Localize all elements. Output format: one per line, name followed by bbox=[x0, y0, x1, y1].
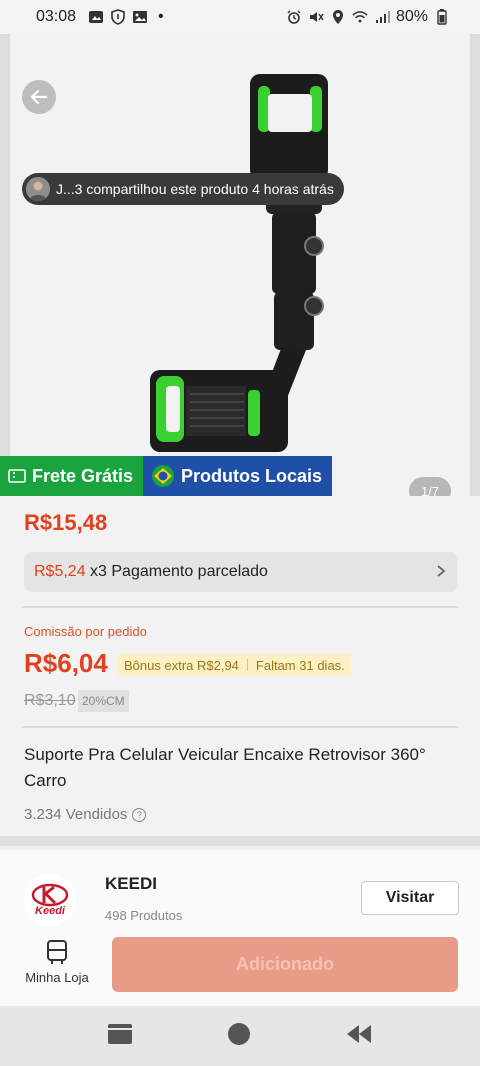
local-products-label: Produtos Locais bbox=[181, 465, 323, 486]
chevron-right-icon bbox=[435, 562, 447, 583]
commission-value: R$6,04 bbox=[24, 648, 108, 678]
ticket-icon bbox=[8, 469, 26, 483]
status-left: 03:08 • bbox=[36, 8, 164, 26]
product-price: R$15,48 bbox=[24, 510, 108, 535]
product-image-carousel[interactable]: J...3 compartilhou este produto 4 horas … bbox=[0, 34, 480, 496]
add-button[interactable]: Adicionado bbox=[112, 937, 458, 992]
shop-icon bbox=[47, 940, 67, 964]
local-products-badge: Produtos Locais bbox=[143, 456, 333, 496]
store-product-count: 498 Produtos bbox=[105, 908, 183, 923]
recent-apps-icon[interactable] bbox=[107, 1022, 133, 1051]
status-bar: 03:08 • 80% bbox=[0, 0, 480, 34]
battery-icon bbox=[434, 9, 450, 25]
commission-label: Comissão por pedido bbox=[24, 624, 147, 639]
store-logo-text: Keedi bbox=[35, 905, 65, 917]
share-notification-text: J...3 compartilhou este produto 4 horas … bbox=[56, 181, 334, 197]
keedi-logo-icon bbox=[31, 883, 69, 907]
brazil-flag-icon bbox=[152, 465, 175, 487]
info-icon[interactable]: ? bbox=[132, 807, 147, 822]
status-dot: • bbox=[158, 8, 164, 25]
phone-holder-image bbox=[150, 74, 328, 452]
alarm-icon bbox=[286, 9, 302, 25]
commission-percent-tag: 20%CM bbox=[78, 690, 129, 712]
bonus-tag: Bônus extra R$2,94 Faltam 31 dias. bbox=[118, 654, 351, 676]
status-right: 80% bbox=[286, 8, 450, 26]
bonus-days-left: Faltam 31 dias. bbox=[255, 657, 345, 673]
bonus-text: Bônus extra R$2,94 bbox=[124, 657, 239, 673]
back-nav-icon[interactable] bbox=[345, 1022, 373, 1051]
home-icon[interactable] bbox=[227, 1022, 251, 1051]
installment-text: x3 Pagamento parcelado bbox=[85, 563, 268, 580]
location-icon bbox=[330, 9, 346, 25]
my-shop-label: Minha Loja bbox=[25, 970, 89, 985]
badge-row: Frete Grátis Produtos Locais bbox=[0, 456, 333, 496]
gallery-icon bbox=[88, 9, 104, 25]
signal-icon bbox=[374, 9, 390, 25]
shield-icon bbox=[110, 9, 126, 25]
old-commission-value: R$3,10 bbox=[24, 692, 76, 709]
avatar bbox=[26, 177, 50, 201]
installment-row[interactable]: R$5,24 x3 Pagamento parcelado bbox=[24, 552, 457, 592]
section-divider bbox=[0, 836, 480, 846]
free-shipping-label: Frete Grátis bbox=[32, 465, 134, 486]
divider bbox=[22, 726, 458, 728]
battery-percent: 80% bbox=[395, 8, 428, 25]
wifi-icon bbox=[352, 9, 368, 25]
product-title: Suporte Pra Celular Veicular Encaixe Ret… bbox=[24, 745, 426, 790]
store-panel: Keedi KEEDI 498 Produtos Visitar Minha L… bbox=[0, 850, 480, 1006]
system-nav-bar bbox=[0, 1006, 480, 1066]
free-shipping-badge: Frete Grátis bbox=[0, 456, 144, 496]
image-counter: 1/7 bbox=[409, 477, 451, 496]
image-icon bbox=[132, 9, 148, 25]
store-name: KEEDI bbox=[105, 874, 157, 893]
sold-count-text: 3.234 Vendidos bbox=[24, 806, 128, 823]
back-button[interactable] bbox=[22, 80, 56, 114]
share-notification: J...3 compartilhou este produto 4 horas … bbox=[22, 173, 344, 205]
sold-count: 3.234 Vendidos ? bbox=[24, 806, 147, 823]
visit-store-button[interactable]: Visitar bbox=[361, 881, 459, 915]
installment-amount: R$5,24 bbox=[34, 563, 86, 580]
status-time: 03:08 bbox=[36, 8, 77, 25]
mute-icon bbox=[308, 9, 324, 25]
bonus-separator bbox=[246, 659, 248, 671]
divider bbox=[22, 606, 458, 608]
my-shop-button[interactable]: Minha Loja bbox=[18, 938, 96, 985]
store-logo[interactable]: Keedi bbox=[24, 874, 76, 926]
arrow-left-icon bbox=[30, 89, 48, 105]
